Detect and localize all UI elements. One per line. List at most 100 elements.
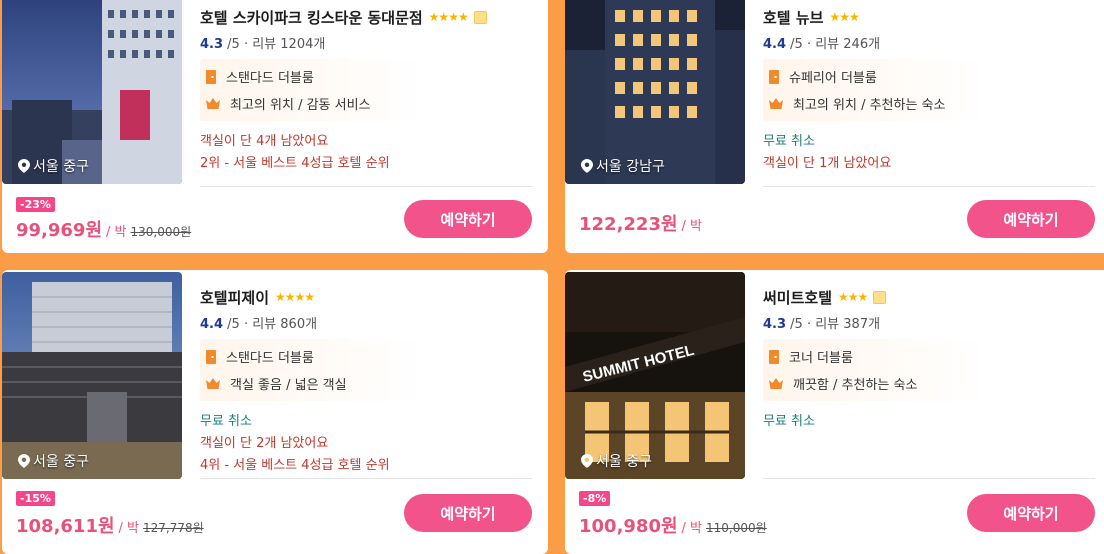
highlight-text: 최고의 위치 / 감동 서비스 xyxy=(230,98,371,113)
rating: 4.3 /5 · 리뷰 1204개 xyxy=(200,33,532,52)
crown-icon xyxy=(769,98,783,109)
divider xyxy=(200,478,532,479)
hotel-card[interactable]: 서울 중구 호텔 스카이파크 킹스타운 동대문점 ★★★★ 4.3 /5 · 리… xyxy=(2,0,548,253)
original-price: 130,000원 xyxy=(130,225,192,239)
hotel-name[interactable]: 써미트호텔 xyxy=(763,287,832,308)
partner-badge-icon xyxy=(473,10,487,24)
crown-icon xyxy=(206,98,220,109)
availability-alert: 객실이 단 4개 남았어요 xyxy=(200,134,329,149)
location-label: 서울 중구 xyxy=(18,156,89,176)
hotel-photo[interactable]: SUMMIT HOTEL 서울 중구 xyxy=(565,272,745,479)
price-row: 108,611원 / 박 127,778원 xyxy=(16,512,204,538)
book-button[interactable]: 예약하기 xyxy=(404,494,532,532)
rating-score: 4.3 xyxy=(200,37,224,52)
book-button[interactable]: 예약하기 xyxy=(967,200,1095,238)
room-type: 스탠다드 더블룸 xyxy=(206,343,418,370)
hotel-card[interactable]: SUMMIT HOTEL 서울 중구 써미트호텔 ★★★ 4.3 /5 · 리뷰… xyxy=(565,270,1104,554)
room-type-text: 스탠다드 더블룸 xyxy=(226,351,314,366)
partner-badge-icon xyxy=(873,290,887,304)
hotel-info: 써미트호텔 ★★★ 4.3 /5 · 리뷰 387개 코너 더블룸 깨끗함 / … xyxy=(763,286,1095,433)
location-text: 서울 중구 xyxy=(33,454,89,470)
original-price: 127,778원 xyxy=(143,521,204,535)
highlight: 최고의 위치 / 감동 서비스 xyxy=(206,90,418,117)
highlight-text: 최고의 위치 / 추천하는 숙소 xyxy=(793,98,946,113)
highlight-text: 깨끗함 / 추천하는 숙소 xyxy=(793,378,918,393)
book-button[interactable]: 예약하기 xyxy=(404,200,532,238)
rating-score: 4.4 xyxy=(763,37,787,52)
price-row: 99,969원 / 박 130,000원 xyxy=(16,216,191,242)
ranking-note: 2위 - 서울 베스트 4성급 호텔 순위 xyxy=(200,156,390,171)
price: 100,980원 xyxy=(579,516,678,537)
availability-alert: 객실이 단 1개 남았어요 xyxy=(763,156,892,171)
location-label: 서울 중구 xyxy=(581,451,652,471)
per-night: / 박 xyxy=(681,219,703,234)
rating-reviews: /5 · 리뷰 387개 xyxy=(790,317,881,332)
door-icon xyxy=(769,69,779,84)
map-pin-icon xyxy=(581,159,593,173)
rating-score: 4.4 xyxy=(200,317,224,332)
hotel-photo[interactable]: 서울 중구 xyxy=(2,0,182,184)
highlight: 객실 좋음 / 넓은 객실 xyxy=(206,370,418,397)
rating: 4.4 /5 · 리뷰 246개 xyxy=(763,33,1095,52)
star-icon: ★★★★ xyxy=(275,290,315,304)
rating: 4.3 /5 · 리뷰 387개 xyxy=(763,313,1095,332)
per-night: / 박 xyxy=(106,225,127,240)
hotel-info: 호텔 뉴브 ★★★ 4.4 /5 · 리뷰 246개 슈페리어 더블룸 최고의 … xyxy=(763,6,1095,175)
location-text: 서울 강남구 xyxy=(596,159,665,175)
ranking-note: 4위 - 서울 베스트 4성급 호텔 순위 xyxy=(200,458,390,473)
feature-box: 슈페리어 더블룸 최고의 위치 / 추천하는 숙소 xyxy=(763,59,987,121)
divider xyxy=(763,478,1095,479)
room-type-text: 슈페리어 더블룸 xyxy=(789,71,877,86)
original-price: 110,000원 xyxy=(706,521,767,535)
star-icon: ★★★★ xyxy=(428,10,469,24)
hotel-photo[interactable]: 서울 강남구 xyxy=(565,0,745,184)
rating-reviews: /5 · 리뷰 860개 xyxy=(227,317,318,332)
price-row: 122,223원 / 박 xyxy=(579,210,702,236)
feature-box: 스탠다드 더블룸 객실 좋음 / 넓은 객실 xyxy=(200,339,424,401)
hotel-name[interactable]: 호텔 스카이파크 킹스타운 동대문점 xyxy=(200,7,423,28)
hotel-info: 호텔 스카이파크 킹스타운 동대문점 ★★★★ 4.3 /5 · 리뷰 1204… xyxy=(200,6,532,175)
location-text: 서울 중구 xyxy=(596,454,652,470)
room-type: 스탠다드 더블룸 xyxy=(206,63,418,90)
price: 122,223원 xyxy=(579,214,678,235)
map-pin-icon xyxy=(18,454,30,468)
discount-badge: -15% xyxy=(16,491,55,506)
price: 108,611원 xyxy=(16,516,115,537)
star-icon: ★★★ xyxy=(838,290,868,304)
crown-icon xyxy=(769,378,783,389)
per-night: / 박 xyxy=(681,521,703,536)
hotel-card[interactable]: 서울 중구 호텔피제이 ★★★★ 4.4 /5 · 리뷰 860개 스탠다드 더… xyxy=(2,270,548,554)
price: 99,969원 xyxy=(16,220,103,241)
price-row: 100,980원 / 박 110,000원 xyxy=(579,512,767,538)
hotel-info: 호텔피제이 ★★★★ 4.4 /5 · 리뷰 860개 스탠다드 더블룸 객실 … xyxy=(200,286,532,477)
rating-score: 4.3 xyxy=(763,317,787,332)
rating-reviews: /5 · 리뷰 1204개 xyxy=(227,37,326,52)
door-icon xyxy=(769,349,779,364)
map-pin-icon xyxy=(18,159,30,173)
hotel-name[interactable]: 호텔피제이 xyxy=(200,287,269,308)
star-icon: ★★★ xyxy=(829,10,859,24)
availability-alert: 객실이 단 2개 남았어요 xyxy=(200,436,329,451)
hotel-photo[interactable]: 서울 중구 xyxy=(2,272,182,479)
free-cancel: 무료 취소 xyxy=(200,414,252,429)
divider xyxy=(200,186,532,187)
highlight-text: 객실 좋음 / 넓은 객실 xyxy=(230,378,347,393)
door-icon xyxy=(206,69,216,84)
free-cancel: 무료 취소 xyxy=(763,134,815,149)
free-cancel: 무료 취소 xyxy=(763,414,815,429)
room-type-text: 코너 더블룸 xyxy=(789,351,853,366)
door-icon xyxy=(206,349,216,364)
notes: 무료 취소 xyxy=(763,411,1095,433)
discount-badge: -8% xyxy=(579,491,611,506)
hotel-name[interactable]: 호텔 뉴브 xyxy=(763,7,823,28)
hotel-card[interactable]: 서울 강남구 호텔 뉴브 ★★★ 4.4 /5 · 리뷰 246개 슈페리어 더… xyxy=(565,0,1104,253)
notes: 무료 취소 객실이 단 2개 남았어요 4위 - 서울 베스트 4성급 호텔 순… xyxy=(200,411,532,477)
rating: 4.4 /5 · 리뷰 860개 xyxy=(200,313,532,332)
feature-box: 코너 더블룸 깨끗함 / 추천하는 숙소 xyxy=(763,339,987,401)
feature-box: 스탠다드 더블룸 최고의 위치 / 감동 서비스 xyxy=(200,59,424,121)
rating-reviews: /5 · 리뷰 246개 xyxy=(790,37,881,52)
room-type-text: 스탠다드 더블룸 xyxy=(226,71,314,86)
highlight: 깨끗함 / 추천하는 숙소 xyxy=(769,370,981,397)
divider xyxy=(763,186,1095,187)
book-button[interactable]: 예약하기 xyxy=(967,494,1095,532)
